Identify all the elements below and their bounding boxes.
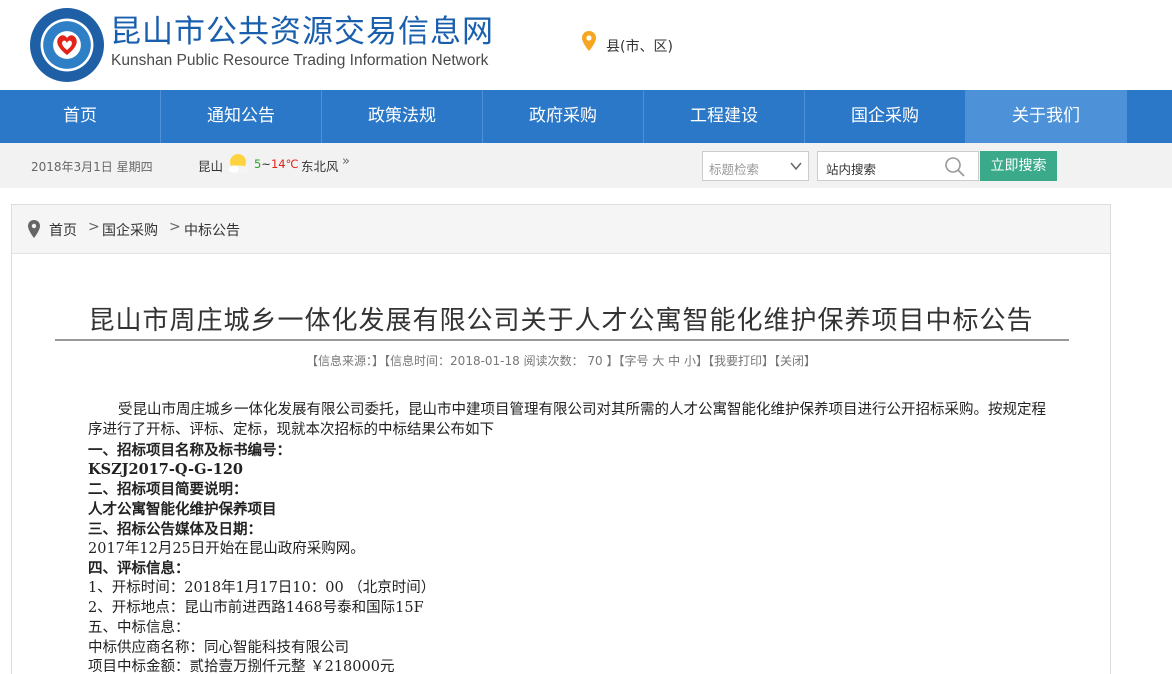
article-body: 受昆山市周庄城乡一体化发展有限公司委托，昆山市中建项目管理有限公司对其所需的人才… xyxy=(88,401,1058,674)
search-type-select[interactable]: 标题检索 xyxy=(702,151,809,181)
chevron-down-icon xyxy=(790,162,802,171)
search-button[interactable]: 立即搜索 xyxy=(980,151,1057,181)
wind-direction: 东北风 xyxy=(301,159,339,174)
section-heading: 四、评标信息： xyxy=(88,560,190,578)
nav-item-soe-procurement[interactable]: 国企采购 xyxy=(805,90,966,143)
article-line: 人才公寓智能化维护保养项目 xyxy=(88,500,277,518)
article-meta: 【信息来源：】【信息时间：2018-01-18 阅读次数： 70 】【字号 大 … xyxy=(306,354,816,368)
breadcrumb-separator: > xyxy=(88,219,100,235)
title-divider xyxy=(55,339,1069,341)
nav-item-construction[interactable]: 工程建设 xyxy=(644,90,805,143)
current-date: 2018年3月1日 星期四 xyxy=(31,160,153,174)
article-line: 2、开标地点：昆山市前进西路1468号泰和国际15F xyxy=(88,599,424,616)
breadcrumb: 首页 > 国企采购 > 中标公告 xyxy=(12,205,1110,254)
temperature: 5~14℃ xyxy=(254,157,299,171)
sun-cloud-icon xyxy=(229,154,249,175)
map-pin-icon xyxy=(582,31,596,51)
breadcrumb-soe-procurement[interactable]: 国企采购 xyxy=(102,220,158,240)
site-title: 昆山市公共资源交易信息网 xyxy=(110,14,494,50)
nav-item-policy[interactable]: 政策法规 xyxy=(322,90,483,143)
breadcrumb-current: 中标公告 xyxy=(184,223,240,239)
breadcrumb-home[interactable]: 首页 xyxy=(49,220,77,240)
article-line: KSZJ2017-Q-G-120 xyxy=(88,461,244,479)
location-selector[interactable]: 县(市、区) xyxy=(606,36,673,56)
article-line: 1、开标时间：2018年1月17日10：00 （北京时间） xyxy=(88,580,436,597)
temp-high: 14℃ xyxy=(270,157,299,171)
breadcrumb-separator: > xyxy=(169,219,181,235)
section-heading: 二、招标项目简要说明： xyxy=(88,481,248,499)
article-line: 2017年12月25日开始在昆山政府采购网。 xyxy=(88,540,365,557)
search-type-value: 标题检索 xyxy=(709,162,760,177)
article-line: 项目中标金额：贰拾壹万捌仟元整 ￥218000元 xyxy=(88,659,395,674)
article-line: 中标供应商名称：同心智能科技有限公司 xyxy=(88,639,349,656)
site-subtitle: Kunshan Public Resource Trading Informat… xyxy=(111,52,489,69)
nav-item-about[interactable]: 关于我们 xyxy=(966,90,1127,143)
section-heading: 五、中标信息： xyxy=(88,619,190,636)
nav-item-notices[interactable]: 通知公告 xyxy=(161,90,322,143)
main-nav: 首页 通知公告 政策法规 政府采购 工程建设 国企采购 关于我们 xyxy=(0,90,1172,143)
section-heading: 一、招标项目名称及标书编号： xyxy=(88,441,291,459)
temp-separator: ~ xyxy=(261,157,271,171)
map-pin-icon xyxy=(28,220,40,238)
article-card: 首页 > 国企采购 > 中标公告 昆山市周庄城乡一体化发展有限公司关于人才公寓智… xyxy=(11,204,1111,674)
weather-city: 昆山 xyxy=(198,159,224,174)
site-logo[interactable] xyxy=(30,8,104,82)
weather-more-link[interactable]: » xyxy=(342,154,350,169)
nav-item-home[interactable]: 首页 xyxy=(0,90,161,143)
logo-emblem-icon xyxy=(57,35,77,55)
section-heading: 三、招标公告媒体及日期： xyxy=(88,520,262,538)
site-header: 昆山市公共资源交易信息网 Kunshan Public Resource Tra… xyxy=(0,0,1172,90)
nav-item-gov-procurement[interactable]: 政府采购 xyxy=(483,90,644,143)
article-title: 昆山市周庄城乡一体化发展有限公司关于人才公寓智能化维护保养项目中标公告 xyxy=(88,306,1034,336)
search-input-placeholder: 站内搜索 xyxy=(826,162,877,177)
search-input[interactable]: 站内搜索 xyxy=(817,151,979,181)
article-paragraph: 受昆山市周庄城乡一体化发展有限公司委托，昆山市中建项目管理有限公司对其所需的人才… xyxy=(88,402,1046,438)
search-icon[interactable] xyxy=(944,156,966,178)
